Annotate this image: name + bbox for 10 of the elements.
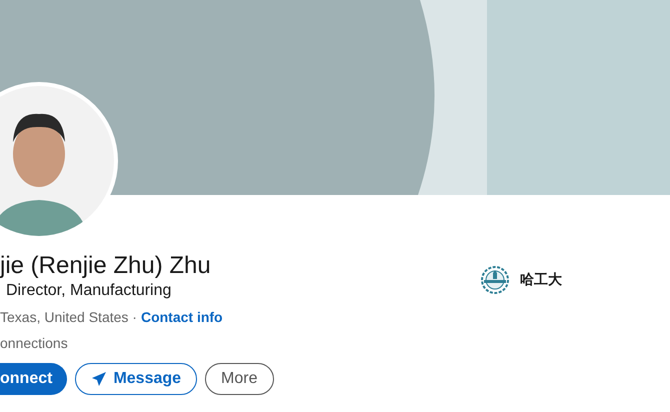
headline: Director, Manufacturing (6, 281, 172, 301)
connections-count: onnections (0, 334, 69, 353)
university-logo-icon (480, 265, 510, 295)
send-icon (91, 371, 108, 387)
school-name[interactable]: 哈工大 (520, 265, 562, 293)
message-button[interactable]: Message (75, 363, 198, 395)
connect-button[interactable]: onnect (0, 363, 68, 395)
location: Texas, United States · (0, 308, 137, 327)
more-button[interactable]: More (205, 363, 274, 395)
contact-info-link[interactable]: Contact info (140, 307, 223, 327)
